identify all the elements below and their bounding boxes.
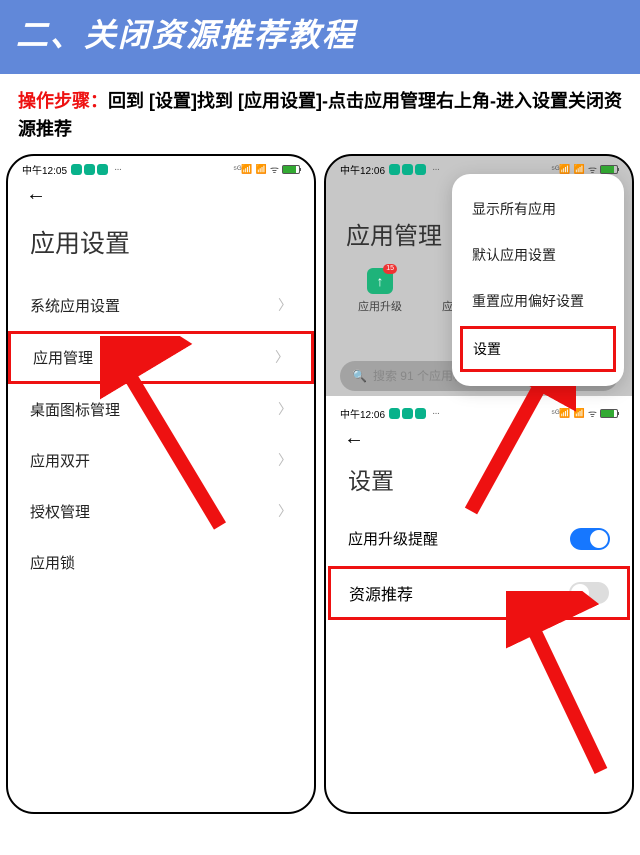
battery-icon: [600, 165, 618, 174]
item-label: 授权管理: [30, 501, 90, 522]
status-bar: 中午12:05 ··· ⁵ᴳ📶 📶 ᯤ: [8, 156, 314, 179]
status-badges: [71, 164, 108, 175]
more-dots-icon: ···: [432, 408, 439, 419]
back-row: ←: [8, 179, 314, 212]
settings-item-app-manage[interactable]: 应用管理 〉: [11, 336, 311, 379]
menu-default-apps[interactable]: 默认应用设置: [452, 232, 624, 278]
battery-icon: [600, 409, 618, 418]
settings-item-system-apps[interactable]: 系统应用设置 〉: [8, 280, 314, 331]
phone-row: 中午12:05 ··· ⁵ᴳ📶 📶 ᯤ ← 应用设置 系统应用设置 〉: [0, 154, 640, 814]
highlight-menu-settings: 设置: [460, 326, 616, 372]
sub-screen: 中午12:06 ··· ⁵ᴳ📶 📶 ᯤ ← 设置: [326, 400, 632, 620]
signal-icon: 📶: [256, 164, 267, 175]
highlight-app-manage: 应用管理 〉: [8, 331, 314, 384]
battery-icon: [282, 165, 300, 174]
badge-icon: [389, 164, 400, 175]
highlight-resource-rec: 资源推荐: [328, 566, 630, 620]
more-dots-icon: ···: [114, 164, 121, 175]
signal-icon: ⁵ᴳ📶: [551, 408, 570, 419]
toggle-resource-rec[interactable]: [569, 582, 609, 604]
chevron-right-icon: 〉: [278, 295, 292, 315]
toggle-upgrade-alert[interactable]: [570, 528, 610, 550]
signal-icon: ⁵ᴳ📶: [233, 164, 252, 175]
chevron-right-icon: 〉: [278, 450, 292, 470]
badge-icon: [71, 164, 82, 175]
chevron-right-icon: 〉: [278, 501, 292, 521]
more-dots-icon: ···: [432, 164, 439, 175]
back-row: ←: [326, 423, 632, 456]
status-bar: 中午12:06 ··· ⁵ᴳ📶 📶 ᯤ: [326, 400, 632, 423]
row-label: 资源推荐: [349, 581, 413, 605]
chevron-right-icon: 〉: [278, 399, 292, 419]
badge-icon: [415, 408, 426, 419]
banner: 二、关闭资源推荐教程: [0, 0, 640, 74]
settings-item-desktop-icon[interactable]: 桌面图标管理 〉: [8, 384, 314, 435]
instructions-label: 操作步骤：: [18, 91, 108, 111]
item-label: 应用锁: [30, 552, 75, 573]
menu-settings[interactable]: 设置: [473, 339, 603, 359]
page-title-settings: 设置: [326, 456, 632, 512]
search-icon: 🔍: [352, 369, 367, 383]
instructions-text: 回到 [设置]找到 [应用设置]-点击应用管理右上角-进入设置关闭资源推荐: [18, 91, 622, 139]
page-title-app-manage: 应用管理: [346, 216, 442, 251]
status-time: 中午12:06: [340, 162, 385, 177]
phone-right: 中午12:06 ··· ⁵ᴳ📶 📶 ᯤ 应用管理 ↑15 应用升级: [324, 154, 634, 814]
back-button[interactable]: ←: [26, 183, 46, 205]
status-badges: [389, 164, 426, 175]
badge-icon: [389, 408, 400, 419]
status-left: 中午12:06 ···: [340, 162, 439, 177]
status-badges: [389, 408, 426, 419]
menu-reset-prefs[interactable]: 重置应用偏好设置: [452, 278, 624, 324]
row-label: 应用升级提醒: [348, 528, 438, 549]
item-label: 应用双开: [30, 450, 90, 471]
menu-show-all-apps[interactable]: 显示所有应用: [452, 186, 624, 232]
chip-label: 应用升级: [358, 298, 402, 314]
status-left: 中午12:06 ···: [340, 406, 439, 421]
upgrade-count: 15: [383, 264, 397, 274]
badge-icon: [402, 164, 413, 175]
wifi-icon: ᯤ: [270, 162, 279, 176]
back-button[interactable]: ←: [344, 427, 364, 449]
overflow-menu: 显示所有应用 默认应用设置 重置应用偏好设置 设置: [452, 174, 624, 386]
upgrade-icon: ↑15: [367, 268, 393, 294]
settings-item-auth-manage[interactable]: 授权管理 〉: [8, 486, 314, 537]
status-right: ⁵ᴳ📶 📶 ᯤ: [551, 406, 618, 420]
badge-icon: [415, 164, 426, 175]
status-time: 中午12:06: [340, 406, 385, 421]
item-label: 应用管理: [33, 347, 93, 368]
banner-title: 二、关闭资源推荐教程: [16, 10, 624, 56]
status-time: 中午12:05: [22, 162, 67, 177]
settings-item-app-lock[interactable]: 应用锁: [8, 537, 314, 588]
row-upgrade-alert[interactable]: 应用升级提醒: [326, 512, 632, 566]
chevron-right-icon: 〉: [275, 347, 289, 367]
page-title: 应用设置: [8, 212, 314, 280]
wifi-icon: ᯤ: [588, 406, 597, 420]
phone-left: 中午12:05 ··· ⁵ᴳ📶 📶 ᯤ ← 应用设置 系统应用设置 〉: [6, 154, 316, 814]
item-label: 系统应用设置: [30, 295, 120, 316]
settings-item-dual-apps[interactable]: 应用双开 〉: [8, 435, 314, 486]
badge-icon: [402, 408, 413, 419]
status-left: 中午12:05 ···: [22, 162, 121, 177]
badge-icon: [97, 164, 108, 175]
instructions: 操作步骤：回到 [设置]找到 [应用设置]-点击应用管理右上角-进入设置关闭资源…: [0, 74, 640, 154]
chip-app-upgrade[interactable]: ↑15 应用升级: [358, 268, 402, 314]
status-right: ⁵ᴳ📶 📶 ᯤ: [233, 162, 300, 176]
badge-icon: [84, 164, 95, 175]
signal-icon: 📶: [574, 408, 585, 419]
item-label: 桌面图标管理: [30, 399, 120, 420]
